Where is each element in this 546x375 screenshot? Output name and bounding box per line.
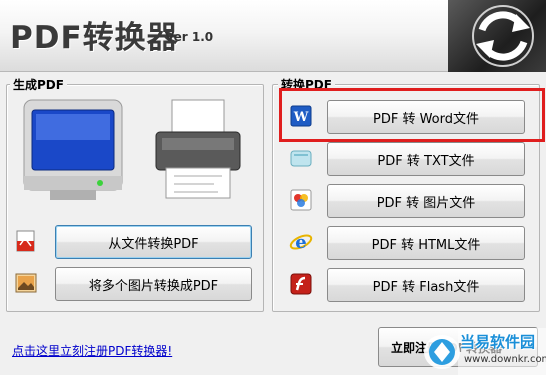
svg-text:e: e <box>295 232 306 253</box>
pdf-to-image-button[interactable]: PDF 转 图片文件 <box>327 184 525 218</box>
txt-icon <box>290 150 312 167</box>
app-title: PDF转换器 <box>10 20 179 56</box>
image-icon <box>290 189 312 211</box>
pdf-to-html-button[interactable]: PDF 转 HTML文件 <box>327 226 525 260</box>
watermark-url: www.downkr.com <box>464 354 546 365</box>
watermark-text: 当易软件园 <box>460 333 536 351</box>
pdf-document-icon <box>16 230 35 252</box>
highlight-frame <box>279 88 545 142</box>
register-link[interactable]: 点击这里立刻注册PDF转换器! <box>12 342 172 359</box>
convert-file-to-pdf-button[interactable]: 从文件转换PDF <box>55 225 252 259</box>
generate-pdf-title: 生成PDF <box>10 76 67 93</box>
printer-icon <box>155 99 241 199</box>
pdf-to-flash-button[interactable]: PDF 转 Flash文件 <box>327 268 525 302</box>
pdf-to-txt-button[interactable]: PDF 转 TXT文件 <box>327 142 525 176</box>
images-to-pdf-button[interactable]: 将多个图片转换成PDF <box>55 267 252 301</box>
monitor-icon <box>23 99 123 200</box>
app-version: Ver 1.0 <box>165 30 214 44</box>
refresh-logo-icon <box>448 0 546 72</box>
app-header: PDF转换器 Ver 1.0 <box>0 0 546 72</box>
ie-icon: e <box>289 232 313 253</box>
flash-icon <box>290 273 312 295</box>
picture-icon <box>15 273 37 293</box>
